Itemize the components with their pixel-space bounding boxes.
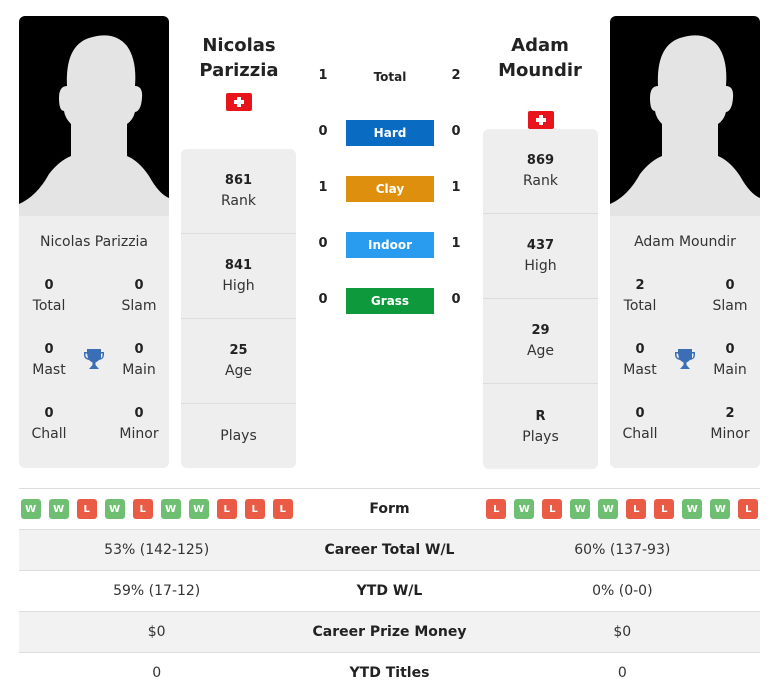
h2h-total-p1: 1 <box>318 68 328 83</box>
form-result-badge[interactable]: L <box>244 499 265 519</box>
form-result-badge[interactable]: W <box>48 499 69 519</box>
player2-form: LWLWWLLWWL <box>484 488 760 530</box>
player1-ytd-titles: 0 <box>19 652 295 694</box>
h2h-hard-p1: 0 <box>318 124 328 139</box>
surface-hard-badge[interactable]: Hard <box>346 120 434 146</box>
form-result-badge[interactable]: L <box>654 499 675 519</box>
h2h-total-p2: 2 <box>451 68 461 83</box>
form-result-badge[interactable]: L <box>216 499 237 519</box>
form-result-badge[interactable]: W <box>188 499 209 519</box>
form-result-badge[interactable]: L <box>76 499 97 519</box>
player2-card-name: Adam Moundir <box>634 234 736 250</box>
swiss-flag-icon <box>226 93 252 111</box>
form-label: Form <box>294 488 485 530</box>
player1-name-heading[interactable]: Nicolas Parizzia <box>174 33 304 83</box>
player1-titles-minor: 0 Minor <box>119 406 159 442</box>
trophy-icon <box>84 349 104 369</box>
form-result-badge[interactable]: W <box>20 499 41 519</box>
player1-form-badges: WWLWLWWLLL <box>19 499 294 519</box>
h2h-hard-p2: 0 <box>451 124 461 139</box>
player1-card-name: Nicolas Parizzia <box>39 234 149 250</box>
form-result-badge[interactable]: L <box>272 499 293 519</box>
h2h-indoor-p2: 1 <box>451 236 461 251</box>
form-result-badge[interactable]: L <box>626 499 647 519</box>
player1-prize-money: $0 <box>19 611 295 653</box>
prize-money-row: $0 Career Prize Money $0 <box>19 611 760 653</box>
form-result-badge[interactable]: L <box>738 499 759 519</box>
form-result-badge[interactable]: L <box>542 499 563 519</box>
player2-photo <box>610 16 760 216</box>
player2-prize-money: $0 <box>484 611 760 653</box>
h2h-grass-p2: 0 <box>451 292 461 307</box>
trophy-icon <box>675 349 695 369</box>
player1-stats-card: 861 Rank 841 High 25 Age Plays <box>181 149 296 468</box>
ytd-wl-label: YTD W/L <box>294 570 485 612</box>
player2-titles-minor: 2 Minor <box>710 406 750 442</box>
player2-titles-chall: 0 Chall <box>622 406 658 442</box>
silhouette-icon <box>610 35 760 216</box>
player1-titles-chall: 0 Chall <box>31 406 67 442</box>
player2-ytd-titles: 0 <box>484 652 760 694</box>
player1-form: WWLWLWWLLL <box>19 488 295 530</box>
ytd-titles-label: YTD Titles <box>294 652 485 694</box>
h2h-clay-p2: 1 <box>451 180 461 195</box>
player2-career-wl: 60% (137-93) <box>484 529 760 571</box>
form-result-badge[interactable]: W <box>104 499 125 519</box>
player2-titles-mast: 0 Mast <box>623 342 657 378</box>
player1-photo <box>19 16 169 216</box>
player2-titles-total: 2 Total <box>623 278 657 314</box>
h2h-grass-p1: 0 <box>318 292 328 307</box>
player1-ytd-wl: 59% (17-12) <box>19 570 295 612</box>
player2-age: 29 Age <box>483 299 598 384</box>
comparison-table: WWLWLWWLLL Form LWLWWLLWWL 53% (142-125)… <box>19 488 760 694</box>
form-result-badge[interactable]: L <box>132 499 153 519</box>
form-result-badge[interactable]: W <box>598 499 619 519</box>
player1-titles-total: 0 Total <box>32 278 66 314</box>
player2-titles-slam: 0 Slam <box>712 278 748 314</box>
player1-career-wl: 53% (142-125) <box>19 529 295 571</box>
prize-money-label: Career Prize Money <box>294 611 485 653</box>
surface-clay-badge[interactable]: Clay <box>346 176 434 202</box>
surface-grass-badge[interactable]: Grass <box>346 288 434 314</box>
player2-ytd-wl: 0% (0-0) <box>484 570 760 612</box>
swiss-flag-icon <box>528 111 554 129</box>
player1-age: 25 Age <box>181 319 296 404</box>
form-result-badge[interactable]: W <box>160 499 181 519</box>
ytd-wl-row: 59% (17-12) YTD W/L 0% (0-0) <box>19 570 760 612</box>
career-wl-row: 53% (142-125) Career Total W/L 60% (137-… <box>19 529 760 571</box>
ytd-titles-row: 0 YTD Titles 0 <box>19 652 760 694</box>
player1-titles-main: 0 Main <box>122 342 156 378</box>
career-wl-label: Career Total W/L <box>294 529 485 571</box>
form-result-badge[interactable]: W <box>514 499 535 519</box>
form-result-badge[interactable]: W <box>570 499 591 519</box>
player1-high: 841 High <box>181 234 296 319</box>
player1-titles-mast: 0 Mast <box>32 342 66 378</box>
player1-rank: 861 Rank <box>181 149 296 234</box>
h2h-indoor-p1: 0 <box>318 236 328 251</box>
player1-titles-card: Nicolas Parizzia 0 Total 0 Slam 0 Mast 0 Mai… <box>19 216 169 468</box>
surface-indoor-badge[interactable]: Indoor <box>346 232 434 258</box>
player2-titles-card: Adam Moundir 2 Total 0 Slam 0 Mast 0 Main 0C… <box>610 216 760 468</box>
h2h-total-label: Total <box>373 70 407 84</box>
form-result-badge[interactable]: W <box>710 499 731 519</box>
player2-rank: 869 Rank <box>483 129 598 214</box>
form-result-badge[interactable]: W <box>682 499 703 519</box>
player2-name-heading[interactable]: Adam Moundir <box>475 33 605 83</box>
player1-plays: Plays <box>220 428 257 444</box>
player2-plays: R Plays <box>522 408 559 445</box>
player2-stats-card: 869 Rank 437 High 29 Age R Plays <box>483 129 598 469</box>
player2-form-badges: LWLWWLLWWL <box>485 499 760 519</box>
form-row: WWLWLWWLLL Form LWLWWLLWWL <box>19 488 760 530</box>
player2-titles-main: 0 Main <box>713 342 747 378</box>
player1-titles-slam: 0 Slam <box>121 278 157 314</box>
h2h-clay-p1: 1 <box>318 180 328 195</box>
form-result-badge[interactable]: L <box>486 499 507 519</box>
player2-high: 437 High <box>483 214 598 299</box>
silhouette-icon <box>19 35 169 216</box>
